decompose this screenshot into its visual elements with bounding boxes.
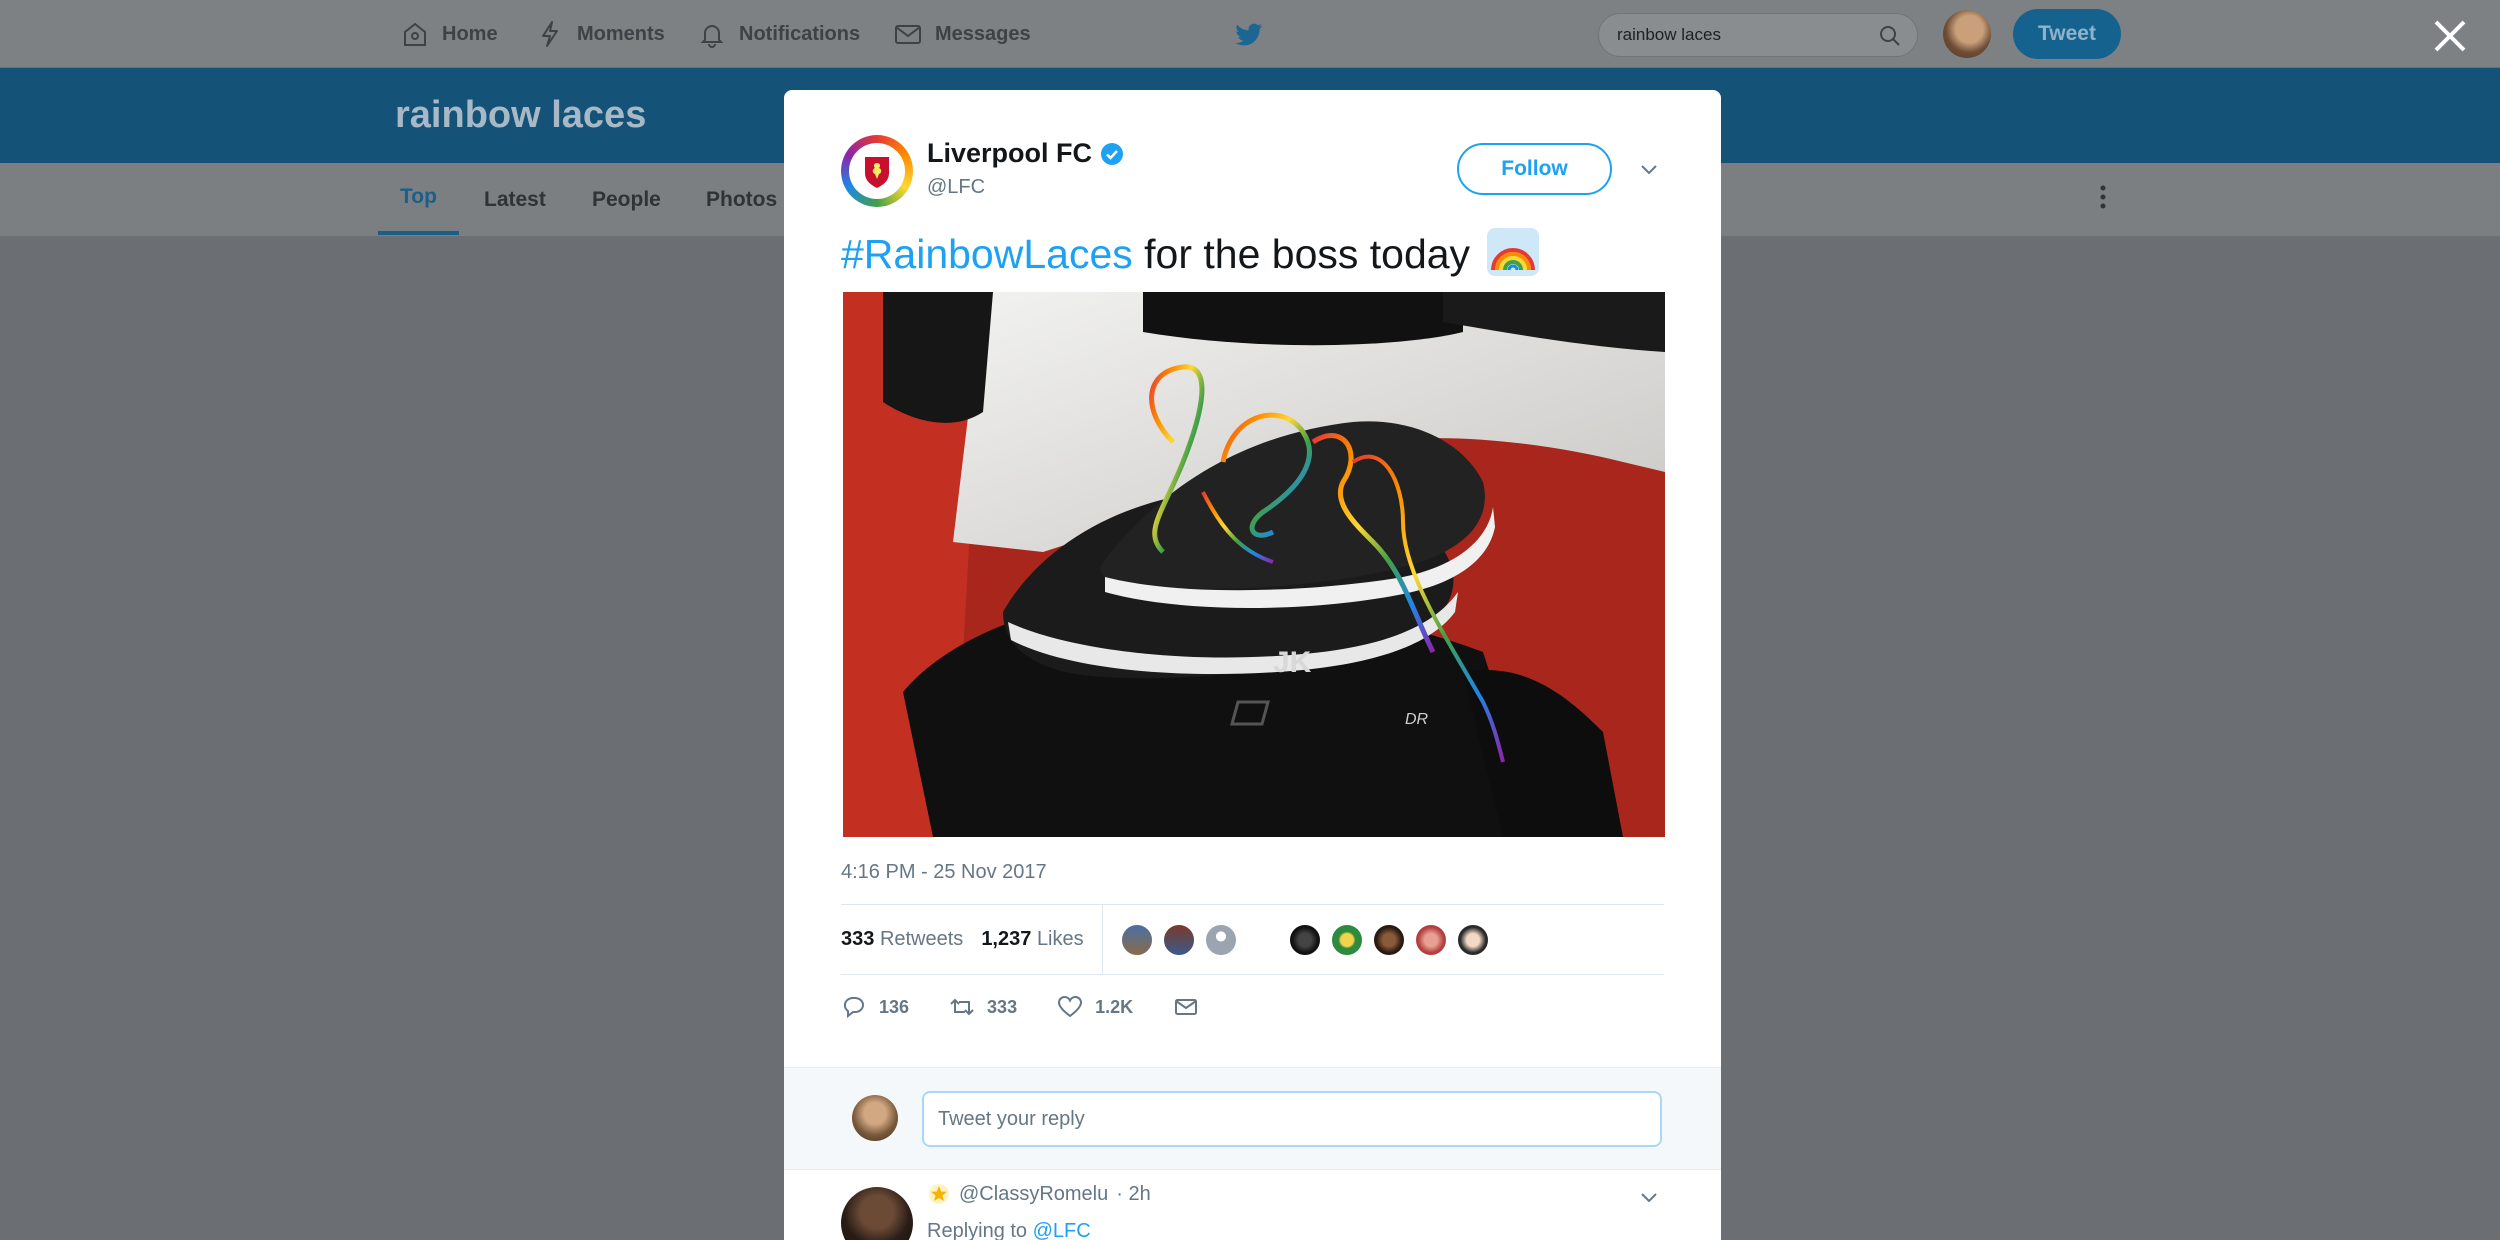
author-name[interactable]: Liverpool FC [927, 138, 1124, 169]
retweet-count: 333 [987, 996, 1018, 1017]
reply-time[interactable]: · 2h [1116, 1183, 1150, 1206]
tweet-timestamp[interactable]: 4:16 PM - 25 Nov 2017 [841, 861, 1047, 884]
replying-to-prefix: Replying to [927, 1220, 1028, 1240]
lfc-crest-logo [849, 143, 905, 199]
reply-author-handle[interactable]: @ClassyRomelu [959, 1183, 1108, 1206]
nav-messages[interactable]: Messages [893, 0, 1031, 68]
liker-avatar[interactable] [1288, 923, 1322, 957]
likes-label: Likes [1036, 927, 1084, 950]
hashtag-link[interactable]: #RainbowLaces [841, 231, 1133, 277]
liker-avatar[interactable] [1162, 923, 1196, 957]
user-avatar[interactable] [1943, 10, 1991, 58]
tab-latest[interactable]: Latest [484, 163, 546, 237]
tweet-stats: 333 Retweets 1,237 Likes [841, 904, 1084, 974]
search-input[interactable]: rainbow laces [1598, 13, 1918, 57]
photo-initials-jk: JK [1273, 646, 1312, 679]
heart-icon [1058, 995, 1083, 1018]
retweets-count: 333 [841, 927, 875, 950]
tab-photos[interactable]: Photos [706, 163, 777, 237]
star-emoji-icon [929, 1184, 949, 1204]
liker-avatar[interactable] [1456, 923, 1490, 957]
likes-count: 1,237 [981, 927, 1032, 950]
shoes-photo-image: JK DR [843, 292, 1665, 837]
follow-button[interactable]: Follow [1457, 143, 1612, 195]
top-navigation-bar: Home Moments Notifications Messages rain… [0, 0, 2500, 68]
search-icon[interactable] [1877, 23, 1903, 49]
replying-to: Replying to @LFC [927, 1220, 1091, 1240]
liker-avatar[interactable] [1330, 923, 1364, 957]
author-handle[interactable]: @LFC [927, 176, 985, 199]
liker-avatar[interactable] [1120, 923, 1154, 957]
retweet-button[interactable]: 333 [949, 994, 1017, 1020]
nav-home-label: Home [442, 22, 498, 45]
liker-avatar[interactable] [1372, 923, 1406, 957]
divider [841, 974, 1664, 975]
reply-author: @ClassyRomelu · 2h [927, 1182, 1151, 1206]
author-name-text: Liverpool FC [927, 138, 1093, 168]
retweets-label: Retweets [879, 927, 964, 950]
liker-spacer [1246, 923, 1280, 957]
tweet-text: #RainbowLaces for the boss today [841, 228, 1540, 278]
tweet-actions: 136 333 1.2K [841, 987, 1239, 1027]
tab-people[interactable]: People [592, 163, 661, 237]
direct-message-button[interactable] [1173, 994, 1199, 1020]
tweet-photo[interactable]: JK DR [843, 292, 1665, 837]
tab-top[interactable]: Top [378, 163, 459, 235]
liker-avatar[interactable] [1414, 923, 1448, 957]
like-count: 1.2K [1095, 996, 1134, 1017]
likes-stat[interactable]: 1,237 Likes [981, 928, 1083, 951]
envelope-icon [895, 25, 921, 44]
reply-icon [844, 997, 864, 1019]
nav-home[interactable]: Home [400, 0, 498, 68]
rainbow-emoji-icon [1487, 228, 1540, 276]
replying-to-link[interactable]: @LFC [1033, 1220, 1091, 1240]
photo-initials-dr: DR [1405, 711, 1429, 728]
reply-input[interactable]: Tweet your reply [922, 1091, 1662, 1147]
current-user-avatar [852, 1095, 898, 1141]
close-icon[interactable] [2430, 16, 2470, 56]
lightning-icon [542, 21, 558, 47]
like-button[interactable]: 1.2K [1057, 994, 1133, 1020]
author-avatar[interactable] [841, 135, 913, 207]
reply-count: 136 [879, 996, 910, 1017]
chevron-down-icon[interactable] [1638, 1186, 1660, 1208]
bell-icon [700, 25, 724, 48]
reply-button[interactable]: 136 [841, 994, 909, 1020]
nav-moments-label: Moments [577, 22, 665, 45]
retweets-stat[interactable]: 333 Retweets [841, 928, 963, 951]
nav-notifications[interactable]: Notifications [697, 0, 860, 68]
search-input-value: rainbow laces [1617, 25, 1721, 44]
nav-notifications-label: Notifications [739, 22, 861, 45]
divider [1102, 904, 1103, 974]
verified-badge-icon [1101, 142, 1124, 165]
tweet-text-body: for the boss today [1132, 231, 1471, 277]
more-options-icon[interactable] [2097, 182, 2109, 212]
chevron-down-icon[interactable] [1638, 158, 1660, 180]
tweet-modal: Liverpool FC @LFC Follow #RainbowLaces f… [784, 90, 1721, 1240]
search-query-title: rainbow laces [395, 94, 647, 136]
twitter-bird-icon[interactable] [1231, 18, 1265, 52]
liker-avatars [1120, 923, 1498, 957]
liker-avatar[interactable] [1204, 923, 1238, 957]
nav-messages-label: Messages [935, 22, 1031, 45]
compose-tweet-button[interactable]: Tweet [2013, 9, 2121, 59]
nav-moments[interactable]: Moments [535, 0, 665, 68]
reply-tweet[interactable] [784, 1170, 1721, 1240]
reply-composer: Tweet your reply [784, 1067, 1721, 1170]
retweet-icon [950, 998, 974, 1016]
envelope-icon [1175, 999, 1198, 1015]
home-icon [404, 22, 426, 46]
